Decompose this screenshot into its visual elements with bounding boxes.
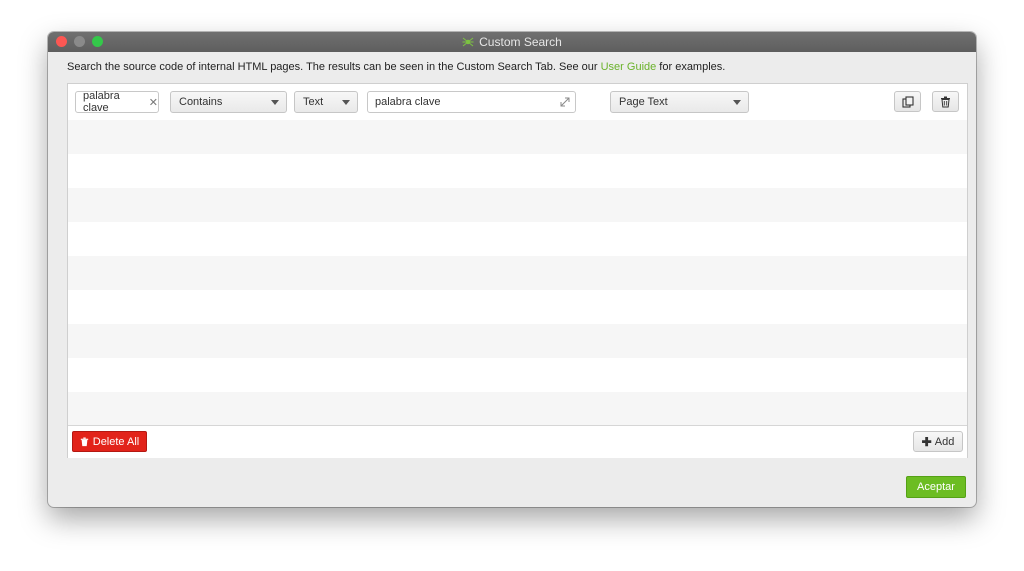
filter-row: palabra clave ✕ Contains Text palabra cl… [75,90,961,115]
minimize-window-button[interactable] [74,36,85,47]
list-item [68,290,967,324]
add-label: Add [934,435,955,448]
zoom-window-button[interactable] [92,36,103,47]
search-value-text: palabra clave [375,96,441,108]
accept-label: Aceptar [917,481,955,493]
delete-filter-button[interactable] [932,91,959,112]
close-icon[interactable]: ✕ [149,96,158,109]
description-prefix: Search the source code of internal HTML … [67,61,601,73]
window-title: Custom Search [479,35,562,49]
chevron-down-icon [271,100,279,105]
expand-icon[interactable] [559,96,571,108]
accept-button[interactable]: Aceptar [906,476,966,498]
list-item [68,392,967,426]
delete-all-button[interactable]: Delete All [72,431,147,452]
filter-name-chip[interactable]: palabra clave ✕ [75,90,159,114]
trash-icon [80,437,88,446]
list-item [68,188,967,222]
filter-list [68,120,967,426]
search-value-input[interactable]: palabra clave [367,91,576,113]
spider-icon [462,37,474,47]
list-item [68,358,967,392]
type-select[interactable]: Text [294,91,358,113]
close-window-button[interactable] [56,36,67,47]
plus-icon: ✚ [921,434,932,449]
target-select[interactable]: Page Text [610,91,749,113]
list-item [68,222,967,256]
filter-name-label: palabra clave [83,90,120,114]
title-wrap: Custom Search [462,35,562,49]
target-select-value: Page Text [619,96,668,108]
custom-search-dialog: Custom Search Search the source code of … [48,32,976,507]
operator-select[interactable]: Contains [170,91,287,113]
description-text: Search the source code of internal HTML … [67,61,725,73]
title-bar[interactable]: Custom Search [48,32,976,52]
duplicate-icon [901,95,914,108]
delete-all-label: Delete All [92,435,140,448]
list-item [68,120,967,154]
list-item [68,154,967,188]
panel-footer: Delete All ✚ Add [68,425,967,458]
list-item [68,256,967,290]
add-button[interactable]: ✚ Add [913,431,963,452]
operator-select-value: Contains [179,96,223,108]
list-item [68,324,967,358]
trash-icon [941,96,950,107]
user-guide-link[interactable]: User Guide [601,61,657,73]
window-controls [56,36,103,47]
filters-panel: palabra clave ✕ Contains Text palabra cl… [67,83,968,458]
description-suffix: for examples. [656,61,726,73]
chevron-down-icon [733,100,741,105]
type-select-value: Text [303,96,324,108]
duplicate-button[interactable] [894,91,921,112]
chevron-down-icon [342,100,350,105]
